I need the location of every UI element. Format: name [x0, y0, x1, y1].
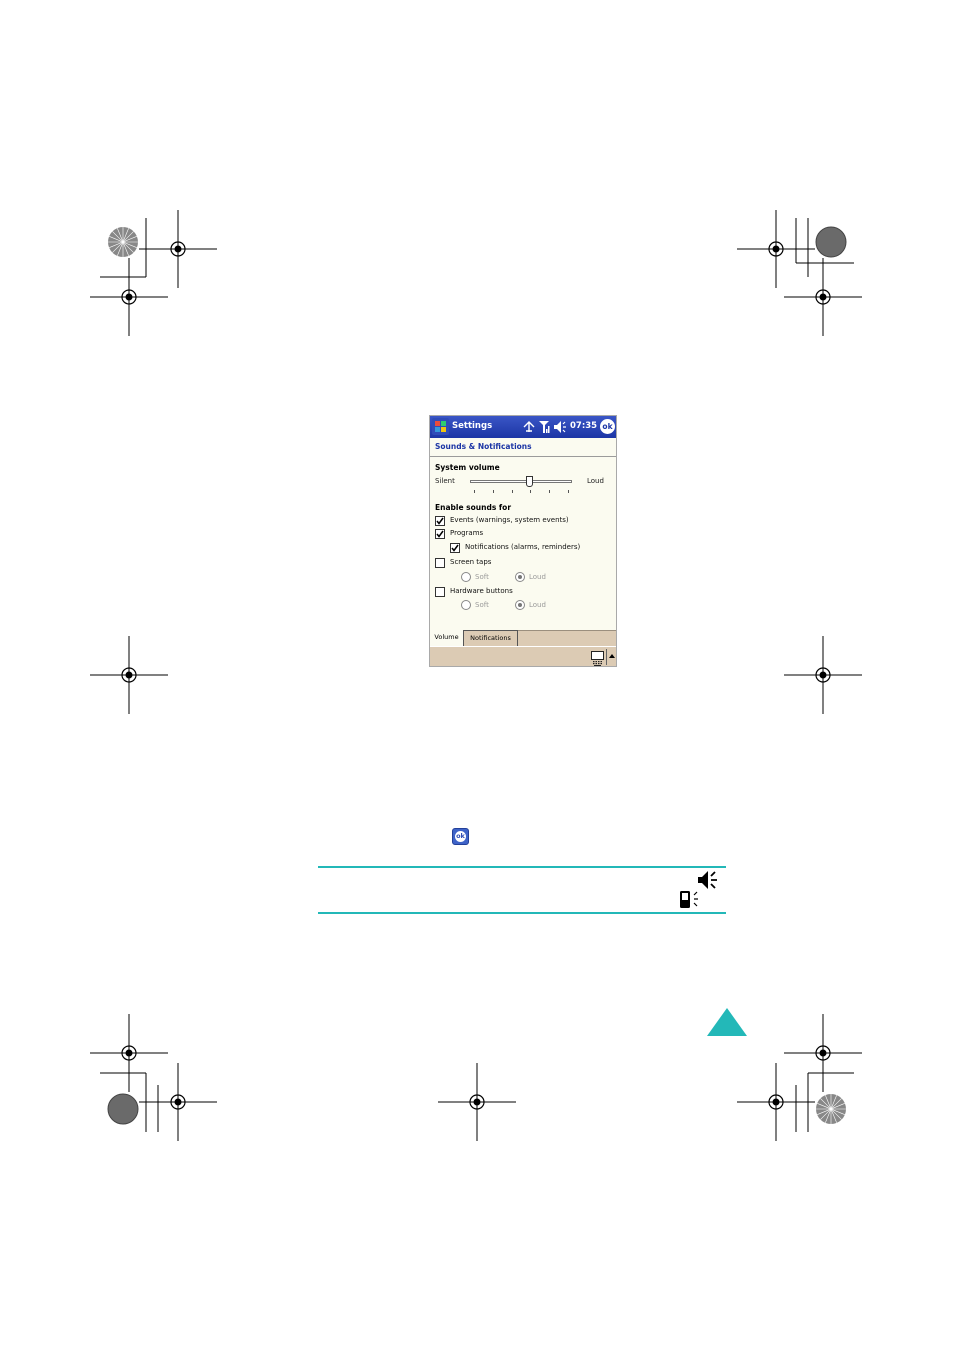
crop-marks	[89, 209, 863, 1142]
hardware-soft-radio[interactable]	[461, 600, 471, 610]
system-volume-label: System volume	[435, 463, 500, 472]
volume-tick	[549, 490, 551, 493]
volume-tick	[511, 490, 513, 493]
window-title: Settings	[452, 421, 493, 431]
screen-taps-label: Screen taps	[450, 558, 492, 566]
input-panel-arrow-icon[interactable]	[609, 654, 615, 658]
volume-tick	[568, 490, 569, 493]
start-menu-icon[interactable]	[432, 418, 449, 435]
programs-label: Programs	[450, 529, 484, 537]
tab-volume[interactable]: Volume	[430, 630, 464, 646]
keyboard-icon[interactable]	[591, 651, 604, 666]
ok-inline-label: ok	[455, 831, 466, 842]
enable-sounds-label: Enable sounds for	[435, 503, 512, 512]
hardware-loud-label: Loud	[529, 601, 546, 609]
programs-checkbox[interactable]	[435, 529, 445, 539]
notifications-checkbox[interactable]	[450, 543, 460, 553]
hardware-loud-radio[interactable]	[515, 600, 525, 610]
note-top-rule	[318, 866, 726, 868]
phone-vibrate-icon	[680, 891, 698, 908]
events-checkbox[interactable]	[435, 516, 445, 526]
volume-icon[interactable]	[553, 420, 567, 434]
volume-slider-thumb[interactable]	[526, 476, 534, 487]
screen-taps-soft-radio[interactable]	[461, 572, 471, 582]
ok-button[interactable]: ok	[600, 419, 615, 434]
speaker-icon	[698, 871, 717, 889]
page-title: Sounds & Notifications	[435, 442, 532, 451]
tab-notifications[interactable]: Notifications	[464, 630, 518, 646]
events-label: Events (warnings, system events)	[450, 516, 569, 524]
next-page-arrow-icon[interactable]	[706, 1007, 748, 1037]
pda-screenshot: Settings 07:35 ok Sounds & Notifications…	[429, 415, 617, 667]
menu-separator	[606, 649, 607, 665]
screen-taps-loud-label: Loud	[529, 573, 546, 581]
volume-tick	[530, 490, 532, 493]
title-divider	[430, 456, 616, 457]
notifications-label: Notifications (alarms, reminders)	[465, 543, 581, 551]
hardware-buttons-label: Hardware buttons	[450, 587, 513, 595]
screen-taps-loud-radio[interactable]	[515, 572, 525, 582]
connectivity-icon[interactable]	[522, 420, 536, 434]
slider-min-label: Silent	[435, 477, 455, 485]
screen-taps-checkbox[interactable]	[435, 558, 445, 568]
volume-tick	[492, 490, 494, 493]
volume-slider[interactable]	[470, 480, 572, 483]
hardware-soft-label: Soft	[475, 601, 489, 609]
menu-bar	[430, 646, 616, 666]
volume-tick	[474, 490, 475, 493]
note-bottom-rule	[318, 912, 726, 914]
title-bar: Settings 07:35 ok	[430, 416, 616, 438]
hardware-buttons-checkbox[interactable]	[435, 587, 445, 597]
slider-max-label: Loud	[587, 477, 604, 485]
screen-taps-soft-label: Soft	[475, 573, 489, 581]
ok-inline-icon: ok	[452, 828, 469, 845]
clock[interactable]: 07:35	[570, 421, 597, 431]
signal-icon[interactable]	[538, 420, 550, 434]
tab-strip: Volume Notifications	[430, 630, 616, 646]
